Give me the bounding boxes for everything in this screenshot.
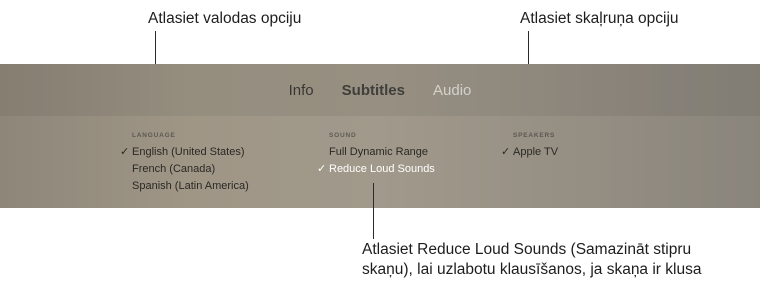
- option-label: English (United States): [132, 146, 245, 158]
- language-option-english[interactable]: ✓ English (United States): [118, 144, 249, 161]
- sound-column: SOUND Full Dynamic Range ✓ Reduce Loud S…: [315, 132, 435, 178]
- tab-bar: Info Subtitles Audio: [0, 64, 760, 116]
- callout-sound: Atlasiet Reduce Loud Sounds (Samazināt s…: [362, 241, 702, 278]
- sound-option-full-dynamic-range[interactable]: Full Dynamic Range: [315, 144, 435, 161]
- sound-header: SOUND: [329, 132, 357, 139]
- language-option-french[interactable]: French (Canada): [118, 161, 249, 178]
- audio-menu-panel: Info Subtitles Audio LANGUAGE ✓ English …: [0, 64, 760, 208]
- option-label: Full Dynamic Range: [329, 146, 429, 158]
- leader-line-sound: [373, 183, 374, 239]
- tab-subtitles[interactable]: Subtitles: [342, 82, 405, 99]
- callout-speakers: Atlasiet skaļruņa opciju: [520, 10, 679, 27]
- language-header: LANGUAGE: [132, 132, 176, 139]
- option-label: Reduce Loud Sounds: [329, 163, 435, 175]
- checkmark-icon: ✓: [120, 146, 130, 158]
- callout-language: Atlasiet valodas opciju: [148, 10, 302, 27]
- sound-option-reduce-loud-sounds[interactable]: ✓ Reduce Loud Sounds: [315, 161, 435, 178]
- language-column: LANGUAGE ✓ English (United States) Frenc…: [118, 132, 249, 195]
- speakers-column: SPEAKERS ✓ Apple TV: [499, 132, 558, 161]
- tab-audio[interactable]: Audio: [433, 82, 471, 99]
- speakers-header: SPEAKERS: [513, 132, 556, 139]
- option-label: Spanish (Latin America): [132, 180, 249, 192]
- option-label: French (Canada): [132, 163, 216, 175]
- speakers-option-apple-tv[interactable]: ✓ Apple TV: [499, 144, 558, 161]
- checkmark-icon: ✓: [317, 163, 327, 175]
- checkmark-icon: ✓: [501, 146, 511, 158]
- option-label: Apple TV: [513, 146, 559, 158]
- language-option-spanish[interactable]: Spanish (Latin America): [118, 178, 249, 195]
- tab-info[interactable]: Info: [289, 82, 314, 99]
